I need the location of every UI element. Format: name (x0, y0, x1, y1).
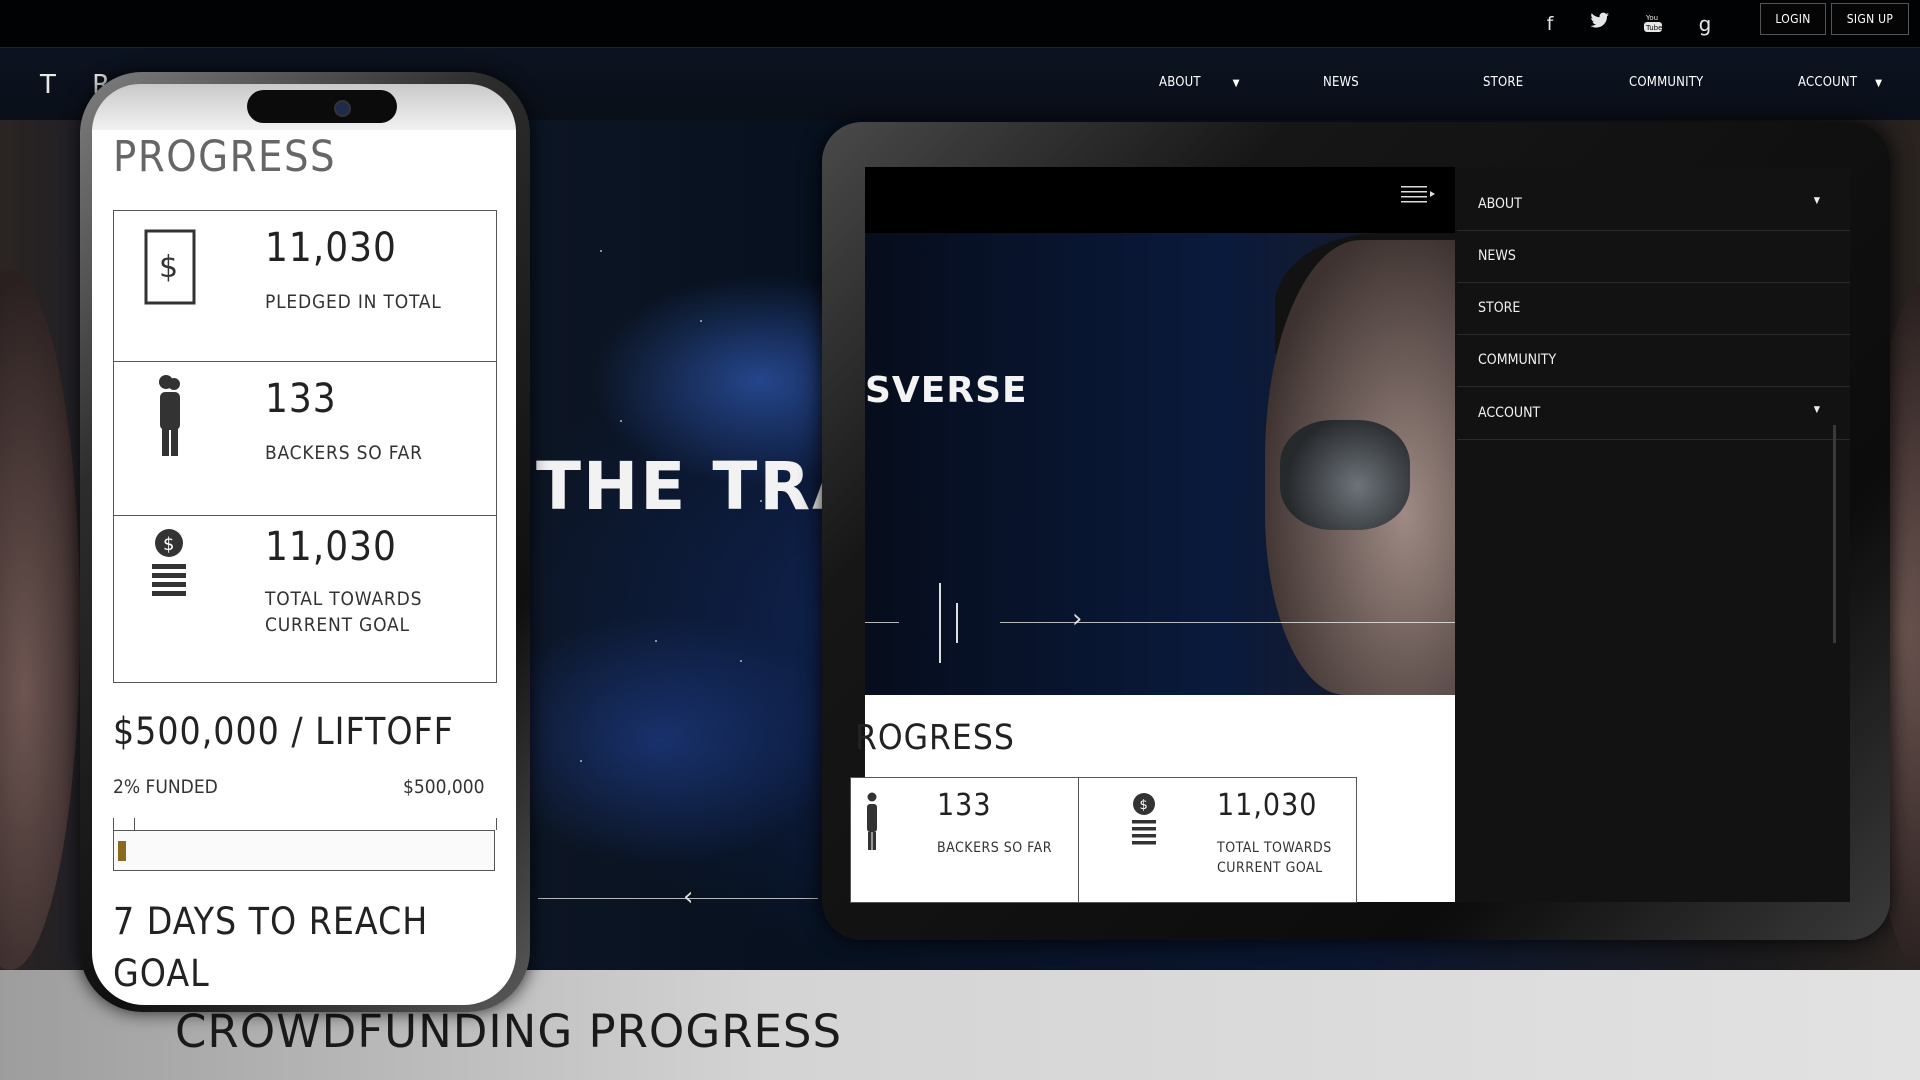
google-icon[interactable]: g (1693, 12, 1717, 36)
tablet-menu-item-account[interactable]: ACCOUNT ▼ (1457, 388, 1850, 440)
phone-card-backers: 133 BACKERS SO FAR (113, 361, 497, 518)
goal-title: $500,000 / LIFTOFF (113, 710, 454, 753)
tablet-menu-item-news[interactable]: NEWS (1457, 231, 1850, 283)
youtube-icon[interactable]: You Tube (1641, 12, 1665, 36)
menu-item-label: ACCOUNT (1478, 405, 1541, 421)
phone-card-pledged: $ 11,030 PLEDGED IN TOTAL (113, 210, 497, 364)
tablet-card-goal: $ 11,030 TOTAL TOWARDS CURRENT GOAL (1078, 777, 1357, 903)
phone-card-goal: $ 11,030 TOTAL TOWARDS CURRENT GOAL (113, 515, 497, 683)
nav-item-store[interactable]: STORE (1483, 75, 1523, 90)
coin-stack-icon: $ (1132, 793, 1156, 845)
tablet-hero-goggle (1280, 420, 1410, 530)
person-icon (867, 792, 877, 850)
phone-progress-heading: PROGRESS (113, 132, 337, 182)
goal-label-2: CURRENT GOAL (265, 614, 410, 636)
goal-label-1: TOTAL TOWARDS (265, 588, 423, 610)
section-title: CROWDFUNDING PROGRESS (175, 1005, 843, 1058)
days-remaining-line1: 7 DAYS TO REACH (113, 900, 429, 943)
top-utility-bar (0, 0, 1920, 47)
camera-icon (334, 100, 351, 117)
goal-value: 11,030 (265, 524, 397, 570)
chevron-down-icon: ▼ (1813, 405, 1820, 415)
svg-text:$: $ (163, 534, 174, 555)
pledged-value: 11,030 (265, 225, 397, 271)
menu-item-label: NEWS (1478, 248, 1516, 264)
nav-item-about[interactable]: ABOUT ▼ (1159, 75, 1240, 90)
pledged-label: PLEDGED IN TOTAL (265, 291, 442, 313)
signup-button[interactable]: SIGN UP (1831, 3, 1909, 35)
tablet-backers-value: 133 (937, 788, 992, 823)
svg-text:$: $ (159, 250, 178, 285)
person-icon (159, 375, 180, 456)
chevron-down-icon: ▼ (1875, 78, 1883, 89)
svg-text:Tube: Tube (1645, 24, 1662, 32)
hero-slider-line (538, 898, 818, 899)
hamburger-menu-icon[interactable] (1401, 184, 1437, 208)
funding-progress-fill (118, 841, 126, 861)
progress-marker (134, 818, 135, 830)
tablet-slider-line (865, 622, 899, 623)
tablet-hero-title: SVERSE (865, 370, 1028, 411)
twitter-icon[interactable] (1588, 12, 1612, 36)
tablet-slider-line (1000, 622, 1455, 623)
tablet-goal-label-2: CURRENT GOAL (1217, 860, 1323, 876)
tablet-card-backers: 133 BACKERS SO FAR (850, 777, 1080, 903)
arrow-right-icon[interactable]: › (1072, 604, 1082, 634)
menu-item-label: STORE (1478, 300, 1521, 316)
arrow-left-icon[interactable]: ‹ (683, 882, 693, 912)
phone-dynamic-island (247, 90, 397, 123)
progress-bar-ticks (113, 818, 497, 830)
phone-screen: PROGRESS $ 11,030 PLEDGED IN TOTAL 133 B… (92, 130, 516, 1005)
nav-item-account[interactable]: ACCOUNT ▼ (1798, 75, 1882, 90)
tablet-menu-item-community[interactable]: COMMUNITY (1457, 335, 1850, 387)
tablet-header (865, 167, 1455, 233)
hero-face-left (0, 270, 80, 970)
login-button[interactable]: LOGIN (1760, 3, 1826, 35)
tablet-goal-label-1: TOTAL TOWARDS (1217, 840, 1332, 856)
nav-item-news[interactable]: NEWS (1323, 75, 1359, 90)
tablet-slider-handle-2 (956, 603, 958, 643)
funding-progress-bar (113, 830, 495, 871)
dollar-card-icon: $ (144, 229, 196, 305)
tablet-menu-scrollbar[interactable] (1833, 425, 1836, 643)
svg-text:$: $ (1140, 798, 1148, 813)
goal-amount: $500,000 (403, 776, 485, 798)
facebook-icon[interactable]: f (1538, 12, 1562, 36)
chevron-down-icon: ▼ (1813, 196, 1820, 206)
backers-value: 133 (265, 376, 337, 422)
backers-label: BACKERS SO FAR (265, 442, 423, 464)
menu-item-label: COMMUNITY (1478, 352, 1557, 368)
svg-text:You: You (1645, 14, 1658, 22)
coin-stack-icon: $ (152, 529, 186, 596)
tablet-menu-item-about[interactable]: ABOUT ▼ (1457, 179, 1850, 231)
tablet-backers-label: BACKERS SO FAR (937, 840, 1053, 856)
nav-item-label: ACCOUNT (1798, 75, 1858, 90)
tablet-slider-handle[interactable] (939, 583, 941, 663)
tablet-menu-item-store[interactable]: STORE (1457, 283, 1850, 335)
nav-item-label: ABOUT (1159, 75, 1201, 90)
funded-label: 2% FUNDED (113, 776, 218, 798)
menu-item-label: ABOUT (1478, 196, 1522, 212)
tablet-progress-heading: ROGRESS (855, 718, 1015, 758)
nav-item-community[interactable]: COMMUNITY (1629, 75, 1703, 90)
chevron-down-icon: ▼ (1232, 78, 1240, 89)
days-remaining-line2: GOAL (113, 952, 210, 995)
tablet-goal-value: 11,030 (1217, 788, 1318, 823)
